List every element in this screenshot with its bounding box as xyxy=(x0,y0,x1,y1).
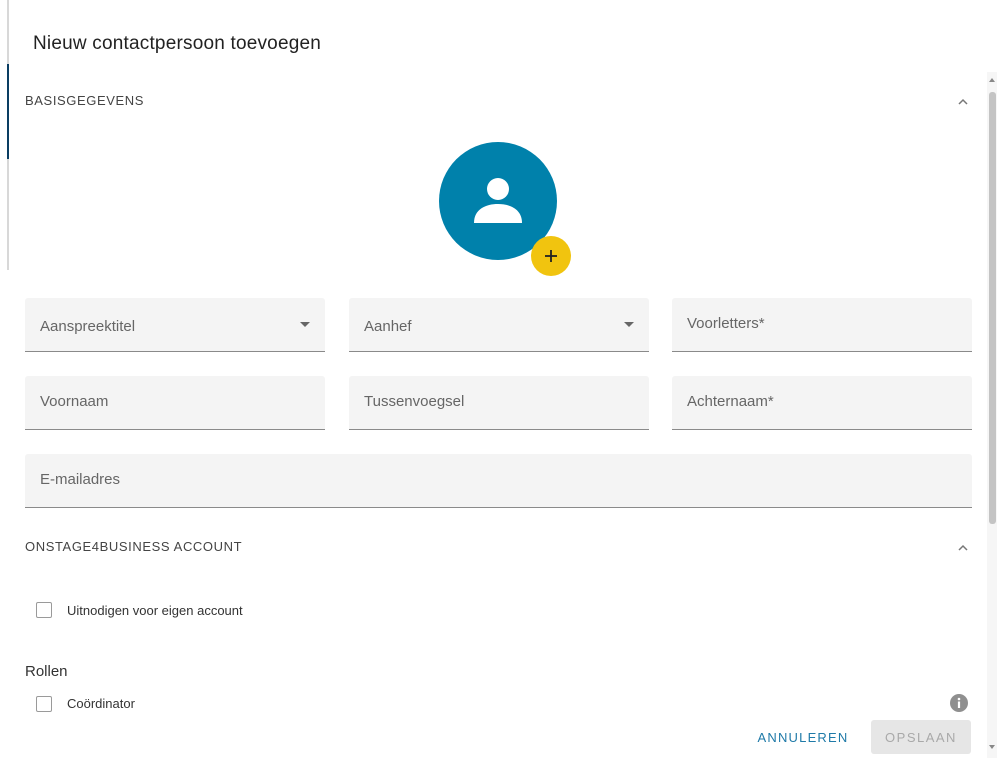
cancel-button[interactable]: ANNULEREN xyxy=(748,720,858,754)
first-name-input[interactable]: Voornaam xyxy=(25,376,325,430)
add-photo-button[interactable] xyxy=(531,236,571,276)
scroll-up-arrow[interactable] xyxy=(989,78,995,82)
section-title-account: ONSTAGE4BUSINESS ACCOUNT xyxy=(25,539,243,554)
roles-title: Rollen xyxy=(25,663,68,680)
salutation-title-select[interactable]: Aanspreektitel xyxy=(25,298,325,352)
salutation-select[interactable]: Aanhef xyxy=(349,298,649,352)
invite-account-label: Uitnodigen voor eigen account xyxy=(67,603,243,618)
invite-account-checkbox[interactable] xyxy=(36,602,52,618)
caret-down-icon xyxy=(300,322,310,327)
info-icon[interactable] xyxy=(950,694,968,712)
save-button[interactable]: OPSLAAN xyxy=(871,720,971,754)
scroll-down-arrow[interactable] xyxy=(989,745,995,749)
section-title-basic: BASISGEGEVENS xyxy=(25,93,145,108)
role-coordinator-label: Coördinator xyxy=(67,696,135,711)
salutation-placeholder: Aanhef xyxy=(364,318,412,335)
role-coordinator-checkbox[interactable] xyxy=(36,696,52,712)
background-edge-accent xyxy=(7,64,9,159)
first-name-placeholder: Voornaam xyxy=(40,393,109,410)
salutation-title-placeholder: Aanspreektitel xyxy=(40,318,136,335)
last-name-input[interactable]: Achternaam* xyxy=(672,376,972,430)
scrollbar-thumb[interactable] xyxy=(989,92,996,524)
person-icon xyxy=(474,178,522,223)
email-placeholder: E-mailadres xyxy=(40,471,121,488)
plus-icon xyxy=(545,250,557,262)
initials-input[interactable]: Voorletters* xyxy=(672,298,972,352)
infix-input[interactable]: Tussenvoegsel xyxy=(349,376,649,430)
last-name-placeholder: Achternaam* xyxy=(687,393,774,410)
chevron-up-icon[interactable] xyxy=(956,95,970,109)
dialog-title: Nieuw contactpersoon toevoegen xyxy=(33,33,322,54)
email-input[interactable]: E-mailadres xyxy=(25,454,972,508)
section-header-account[interactable]: ONSTAGE4BUSINESS ACCOUNT xyxy=(25,539,970,559)
caret-down-icon xyxy=(624,322,634,327)
initials-placeholder: Voorletters* xyxy=(687,315,765,332)
chevron-up-icon[interactable] xyxy=(956,541,970,555)
section-header-basic[interactable]: BASISGEGEVENS xyxy=(25,93,970,113)
infix-placeholder: Tussenvoegsel xyxy=(364,393,465,410)
